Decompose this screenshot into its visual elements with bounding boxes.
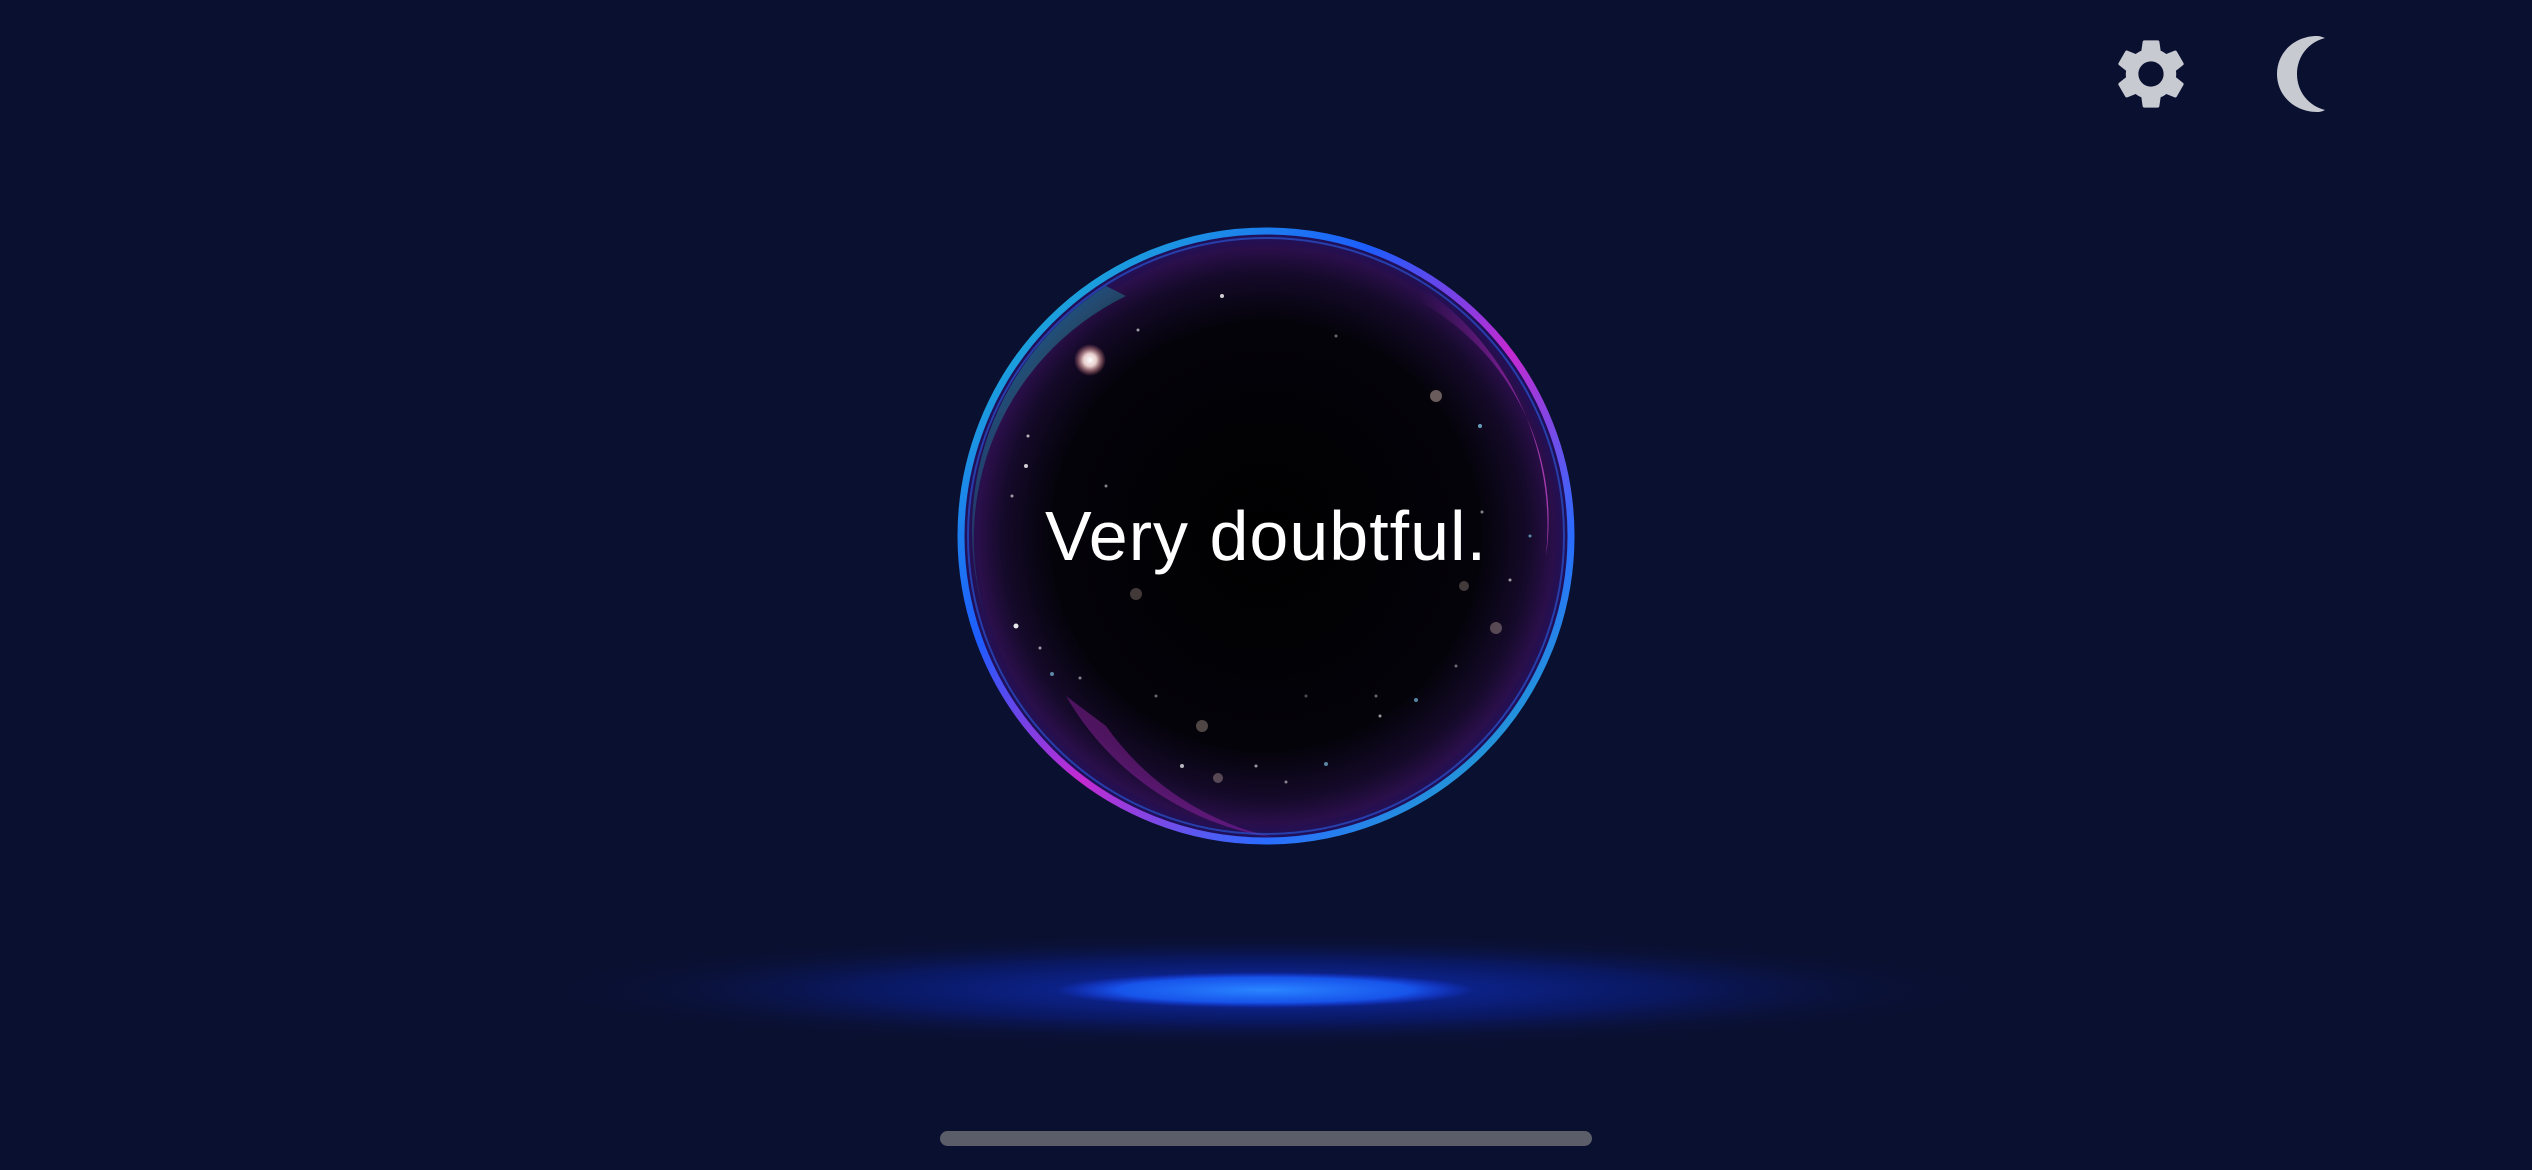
- settings-button[interactable]: [2103, 26, 2199, 122]
- orb-shadow-glow: [530, 932, 2000, 1048]
- orb-graphic: [957, 227, 1575, 845]
- theme-toggle-button[interactable]: [2247, 26, 2343, 122]
- moon-icon: [2277, 36, 2325, 112]
- magic-8-ball-screen: Very doubtful.: [0, 0, 2532, 1170]
- magic-orb[interactable]: Very doubtful.: [956, 226, 1576, 846]
- home-indicator[interactable]: [940, 1131, 1592, 1146]
- gear-icon: [2118, 40, 2184, 108]
